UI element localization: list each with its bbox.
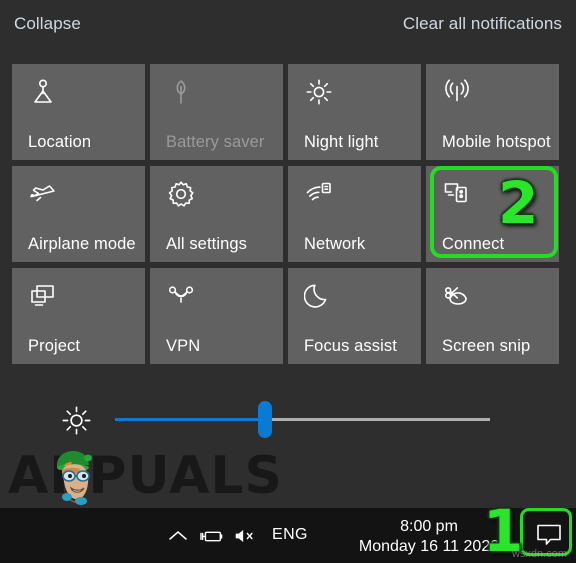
action-center-icon[interactable]	[534, 522, 564, 548]
quick-action-tile-network[interactable]: Network	[288, 166, 421, 262]
quick-action-label: Network	[304, 235, 366, 253]
language-indicator[interactable]: ENG	[272, 526, 308, 544]
clock[interactable]: 8:00 pm Monday 16 11 2020	[354, 517, 504, 557]
quick-action-tile-project[interactable]: Project	[12, 268, 145, 364]
quick-action-label: Screen snip	[442, 337, 531, 355]
quick-action-label: Night light	[304, 133, 379, 151]
moon-icon	[304, 281, 334, 311]
brightness-slider-track[interactable]	[115, 401, 490, 438]
action-center-panel: Collapse Clear all notifications Locatio…	[0, 0, 576, 508]
speaker-muted-icon[interactable]	[232, 524, 258, 548]
show-hidden-icons-chevron[interactable]	[166, 524, 190, 548]
project-display-icon	[28, 281, 58, 311]
clock-date: Monday 16 11 2020	[358, 538, 500, 555]
battery-charging-icon[interactable]	[198, 524, 224, 548]
clear-all-notifications-button[interactable]: Clear all notifications	[403, 14, 562, 34]
brightness-sun-icon	[60, 404, 93, 437]
quick-action-label: Project	[28, 337, 81, 355]
quick-action-tile-battery-saver[interactable]: Battery saver	[150, 64, 283, 160]
quick-action-label: Battery saver	[166, 133, 265, 151]
collapse-button[interactable]: Collapse	[14, 14, 81, 34]
quick-action-tile-location[interactable]: Location	[12, 64, 145, 160]
snip-scissors-icon	[442, 281, 472, 311]
connect-cast-icon	[442, 179, 472, 209]
quick-action-label: Airplane mode	[28, 235, 136, 253]
quick-action-label: Connect	[442, 235, 505, 253]
quick-action-tile-connect[interactable]: Connect	[426, 166, 559, 262]
brightness-slider-thumb[interactable]	[258, 401, 272, 438]
quick-action-tile-focus-assist[interactable]: Focus assist	[288, 268, 421, 364]
quick-action-tile-all-settings[interactable]: All settings	[150, 166, 283, 262]
quick-action-tile-night-light[interactable]: Night light	[288, 64, 421, 160]
quick-action-tile-screen-snip[interactable]: Screen snip	[426, 268, 559, 364]
airplane-icon	[28, 179, 58, 209]
vpn-icon	[166, 281, 196, 311]
quick-action-tile-vpn[interactable]: VPN	[150, 268, 283, 364]
brightness-slider-row	[0, 392, 576, 452]
appuals-mascot-icon	[47, 445, 107, 507]
quick-action-tile-airplane-mode[interactable]: Airplane mode	[12, 166, 145, 262]
location-icon	[28, 77, 58, 107]
quick-action-label: All settings	[166, 235, 247, 253]
quick-action-label: Focus assist	[304, 337, 397, 355]
leaf-icon	[166, 77, 196, 107]
brightness-sun-icon	[304, 77, 334, 107]
screen: Collapse Clear all notifications Locatio…	[0, 0, 576, 563]
quick-action-label: VPN	[166, 337, 201, 355]
clock-time: 8:00 pm	[400, 518, 458, 535]
hotspot-icon	[442, 77, 472, 107]
action-center-header: Collapse Clear all notifications	[0, 0, 576, 56]
gear-icon	[166, 179, 196, 209]
appuals-watermark-text: APPUALS	[8, 446, 283, 506]
brightness-slider-fill	[115, 418, 265, 421]
network-wifi-icon	[304, 179, 334, 209]
quick-action-label: Location	[28, 133, 92, 151]
quick-action-tile-mobile-hotspot[interactable]: Mobile hotspot	[426, 64, 559, 160]
quick-actions-grid: Location Battery saver Night light Mobile h…	[12, 64, 576, 364]
appuals-watermark: APPUALS	[8, 447, 288, 507]
taskbar: ENG 8:00 pm Monday 16 11 2020	[0, 508, 576, 563]
quick-action-label: Mobile hotspot	[442, 133, 551, 151]
